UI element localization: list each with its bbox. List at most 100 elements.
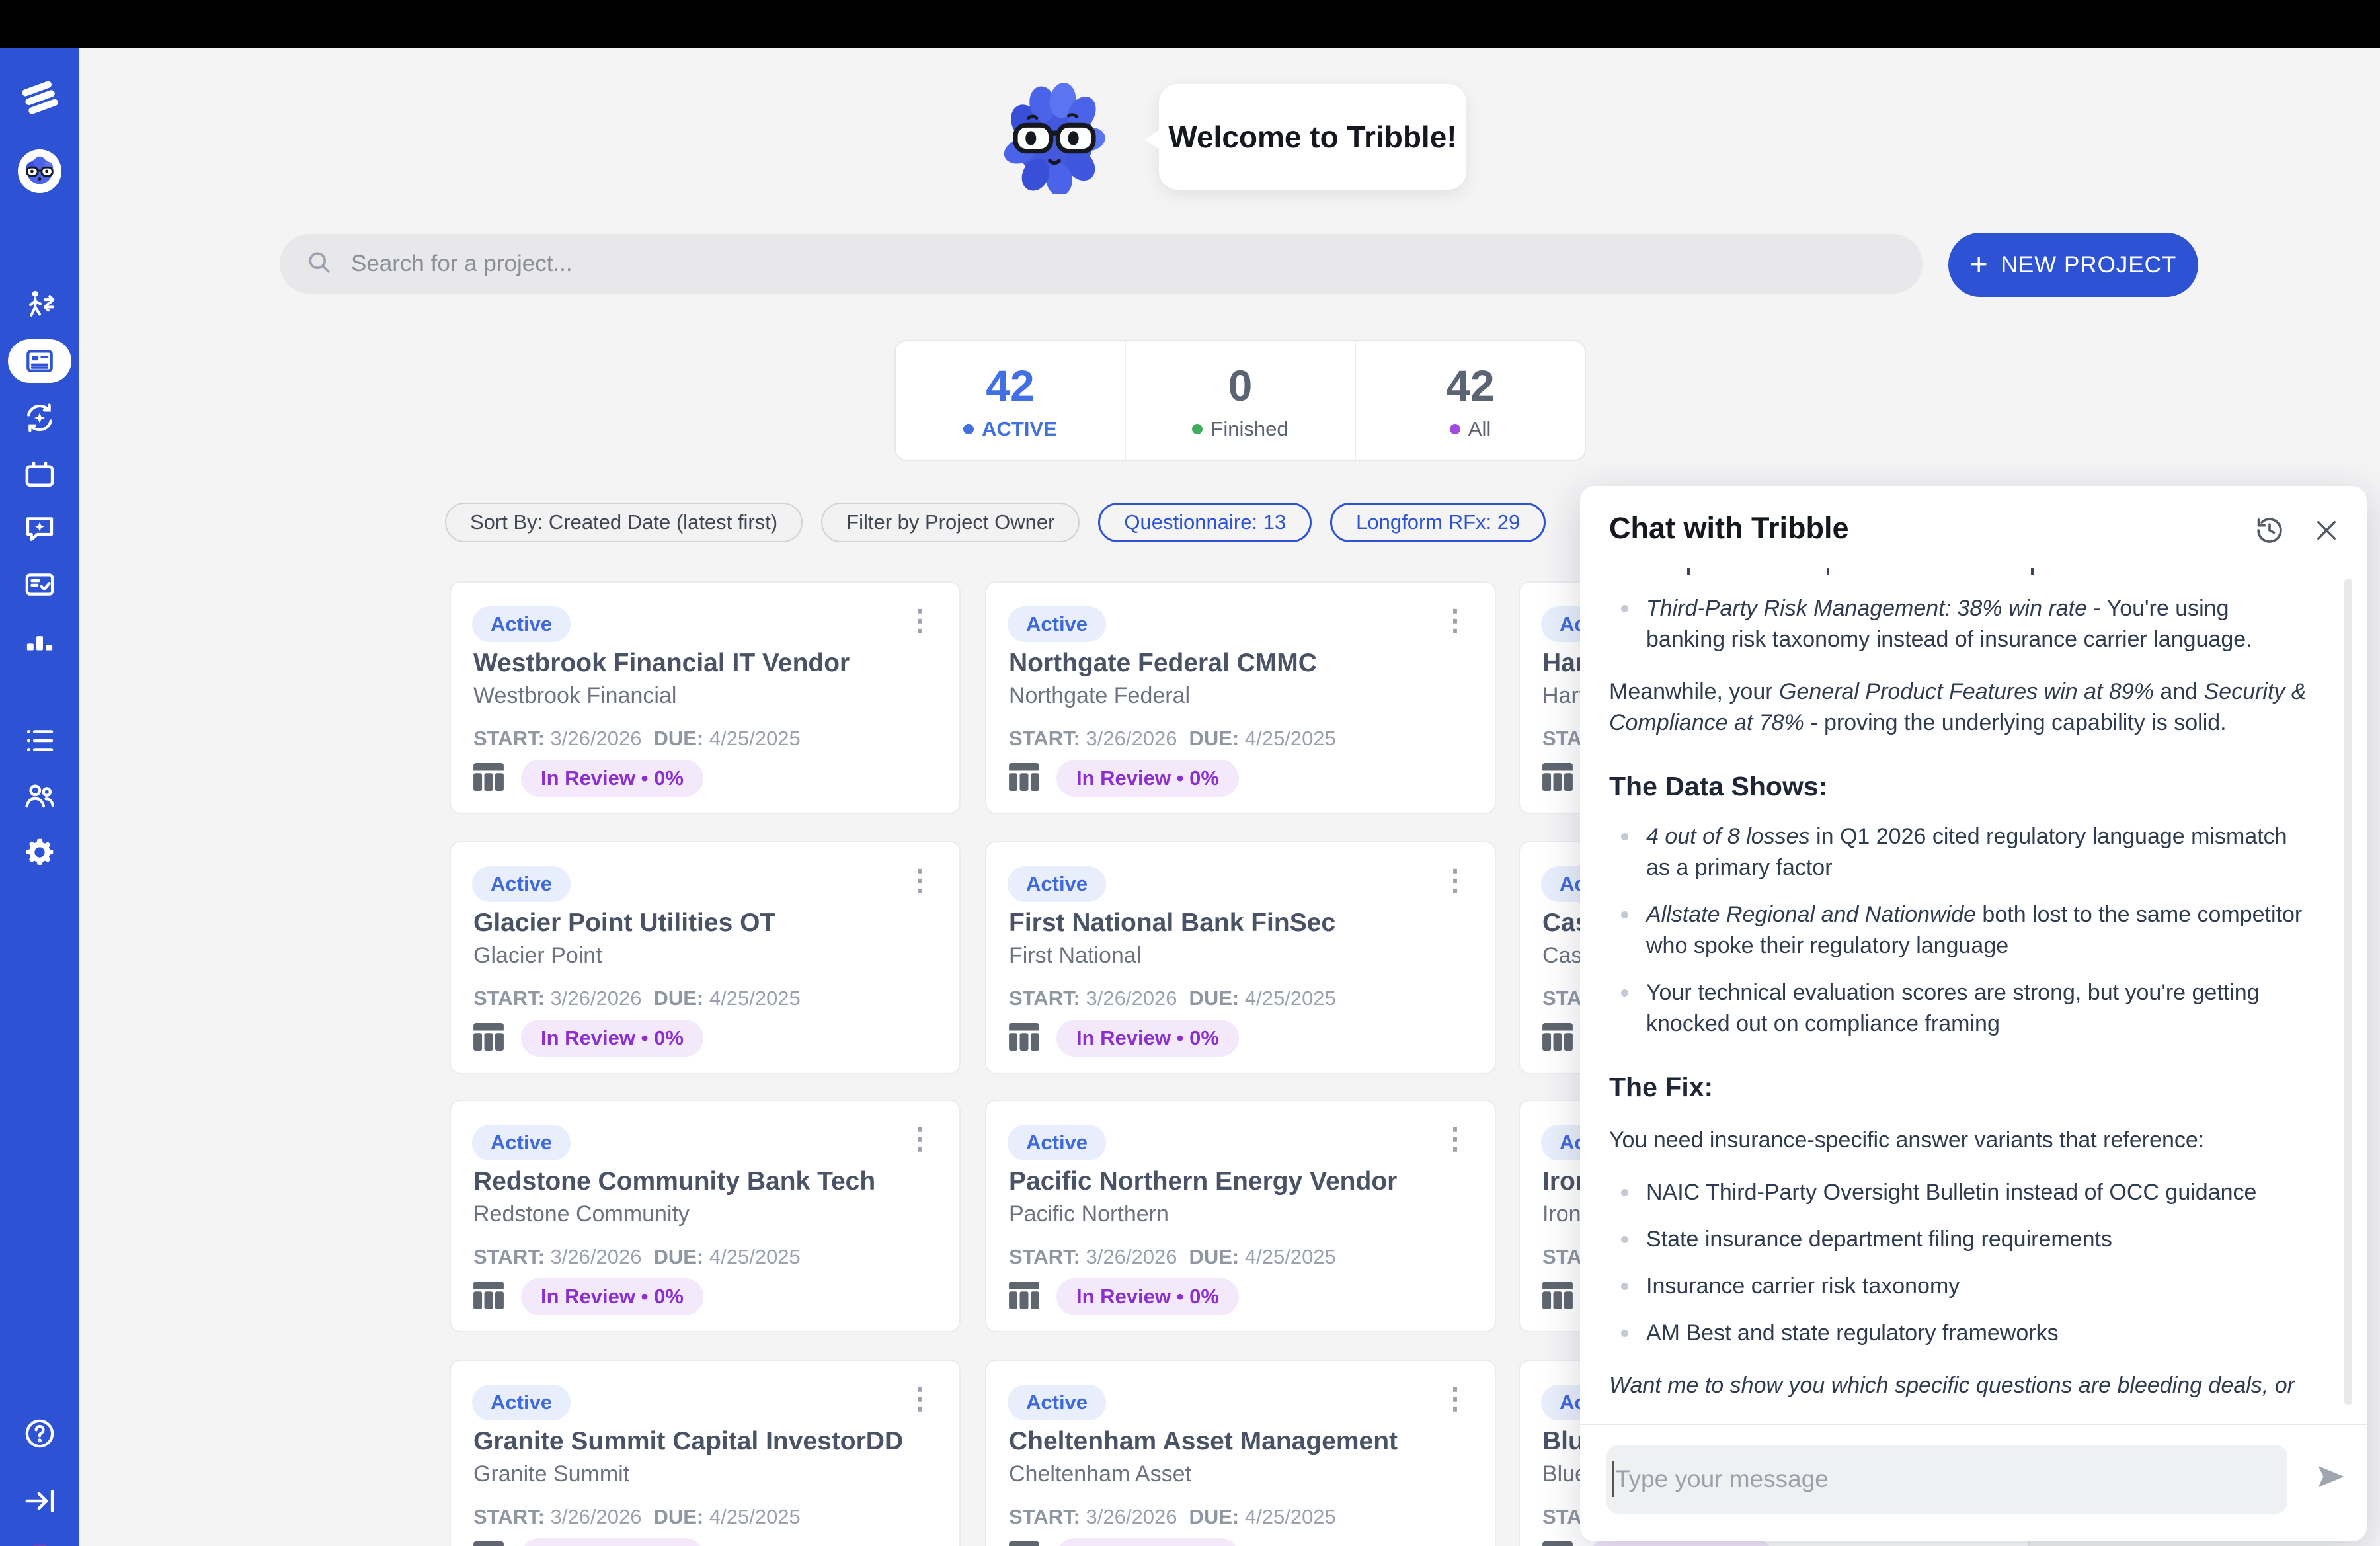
status-badge: Active [1008, 866, 1106, 902]
chat-title: Chat with Tribble [1609, 511, 1849, 546]
progress-badge: In Review • 0% [1056, 760, 1239, 797]
collapse-icon [22, 1483, 58, 1519]
all-dot [1450, 424, 1460, 434]
kebab-menu-icon[interactable]: ⋮ [1431, 1121, 1479, 1158]
project-card[interactable]: Active ⋮ Cheltenham Asset Management Che… [985, 1360, 1496, 1546]
project-client: Northgate Federal [1009, 683, 1190, 709]
chat-bullet-item: State insurance department filing requir… [1609, 1224, 2314, 1255]
history-icon[interactable] [2254, 515, 2285, 549]
project-card[interactable]: Active ⋮ Pacific Northern Energy Vendor … [985, 1100, 1496, 1332]
project-card[interactable]: Active ⋮ Westbrook Financial IT Vendor W… [450, 581, 961, 814]
grid-icon [1542, 1282, 1573, 1313]
finished-dot [1192, 424, 1203, 434]
chat-header: Chat with Tribble [1580, 486, 2367, 564]
chat-paragraph: Meanwhile, your General Product Features… [1609, 676, 2314, 739]
project-card[interactable]: Active ⋮ Glacier Point Utilities OT Glac… [450, 841, 961, 1074]
handoff-icon [22, 287, 58, 323]
kebab-menu-icon[interactable]: ⋮ [896, 862, 943, 899]
project-dates: START: 3/26/2026DUE: 4/25/2025 [1009, 1505, 1336, 1529]
project-card[interactable]: Active ⋮ Redstone Community Bank Tech Re… [450, 1100, 961, 1332]
progress-badge: In Review • 0% [1056, 1020, 1239, 1057]
analytics-icon [22, 624, 58, 659]
project-title: Granite Summit Capital InvestorDD [473, 1427, 903, 1456]
chat-panel: Chat with Tribble Thir [1580, 486, 2367, 1541]
grid-icon [1542, 763, 1573, 794]
sidebar-item-help[interactable] [0, 1416, 79, 1451]
project-client: Redstone Community [473, 1201, 690, 1227]
send-icon[interactable] [2314, 1459, 2348, 1497]
chat-input-placeholder: Type your message [1615, 1465, 1829, 1493]
project-search[interactable]: Search for a project... [280, 234, 1923, 294]
chat-bullet-item: 4 out of 8 losses in Q1 2026 cited regul… [1609, 821, 2314, 883]
project-title: Westbrook Financial IT Vendor [473, 649, 850, 678]
chat-message-input[interactable]: Type your message [1606, 1445, 2287, 1514]
questionnaire-chip[interactable]: Questionnaire: 13 [1098, 503, 1312, 542]
chat-bullet-item: NAIC Third-Party Oversight Bulletin inst… [1609, 1177, 2314, 1208]
project-client: First National [1009, 943, 1141, 969]
sidebar-item-tasks[interactable] [0, 567, 79, 602]
status-badge: Active [1008, 606, 1106, 642]
sort-chip[interactable]: Sort By: Created Date (latest first) [445, 503, 803, 542]
sidebar-item-list[interactable] [0, 723, 79, 758]
help-icon [22, 1416, 58, 1451]
progress-badge: In Review • 0% [521, 1020, 703, 1057]
kebab-menu-icon[interactable]: ⋮ [896, 602, 943, 639]
stat-active[interactable]: 42 ACTIVE [896, 341, 1125, 460]
kebab-menu-icon[interactable]: ⋮ [1431, 1381, 1479, 1418]
status-badge: Active [1008, 1385, 1106, 1420]
sidebar-item-analytics[interactable] [0, 624, 79, 659]
sidebar-item-chat[interactable] [0, 510, 79, 546]
sidebar-item-projects[interactable] [0, 339, 79, 383]
sidebar-item-sync[interactable] [0, 400, 79, 436]
sidebar-item-handoff[interactable] [0, 287, 79, 323]
progress-badge: In Review • 0% [521, 760, 703, 797]
project-card[interactable]: Active ⋮ Northgate Federal CMMC Northgat… [985, 581, 1496, 814]
chat-bullet-item: Your technical evaluation scores are str… [1609, 977, 2314, 1039]
welcome-text: Welcome to Tribble! [1168, 119, 1456, 155]
stat-finished[interactable]: 0 Finished [1125, 341, 1355, 460]
plus-icon: + [1970, 249, 1988, 279]
sidebar-item-logo[interactable] [0, 71, 79, 122]
sync-sparkle-icon [22, 400, 58, 436]
project-dates: START: 3/26/2026DUE: 4/25/2025 [473, 1245, 801, 1269]
sidebar-item-team[interactable] [0, 778, 79, 813]
calendar-icon [22, 457, 58, 493]
grid-icon [1009, 1023, 1039, 1054]
sidebar-item-settings[interactable] [0, 834, 79, 870]
sidebar-item-mascot[interactable] [0, 149, 79, 193]
tribble-logo-icon [14, 71, 65, 122]
longform-chip[interactable]: Longform RFx: 29 [1330, 503, 1546, 542]
projects-active-pill [8, 339, 71, 383]
chat-bullet-list: NAIC Third-Party Oversight Bulletin inst… [1609, 1177, 2314, 1349]
active-dot [963, 424, 974, 434]
kebab-menu-icon[interactable]: ⋮ [1431, 862, 1479, 899]
project-card[interactable]: Active ⋮ First National Bank FinSec Firs… [985, 841, 1496, 1074]
project-card[interactable]: Active ⋮ Granite Summit Capital Investor… [450, 1360, 961, 1546]
new-project-button[interactable]: + NEW PROJECT [1948, 233, 2198, 297]
chat-scrollbar[interactable] [2344, 579, 2352, 1405]
project-client: Glacier Point [473, 943, 602, 969]
chat-section-heading: The Data Shows: [1609, 770, 2314, 803]
close-icon[interactable] [2313, 516, 2340, 548]
owner-filter-chip[interactable]: Filter by Project Owner [821, 503, 1080, 542]
stat-all[interactable]: 42 All [1355, 341, 1585, 460]
chat-section-heading: The Fix: [1609, 1071, 2314, 1104]
chat-footer: Type your message [1580, 1424, 2367, 1541]
grid-icon [473, 1282, 504, 1313]
kebab-menu-icon[interactable]: ⋮ [896, 1121, 943, 1158]
chat-message-body[interactable]: Third-Party Risk Management: 38% win rat… [1580, 565, 2351, 1401]
grid-icon [473, 1541, 504, 1546]
grid-icon [1542, 1023, 1573, 1054]
chat-paragraph: You need insurance-specific answer varia… [1609, 1125, 2314, 1156]
sidebar-item-calendar[interactable] [0, 457, 79, 493]
sidebar-item-collapse[interactable] [0, 1483, 79, 1519]
project-title: Northgate Federal CMMC [1009, 649, 1317, 678]
progress-badge: In Review • 0% [521, 1538, 703, 1546]
kebab-menu-icon[interactable]: ⋮ [1431, 602, 1479, 639]
grid-icon [1009, 1282, 1039, 1313]
chat-bullet-list: 4 out of 8 losses in Q1 2026 cited regul… [1609, 821, 2314, 1039]
kebab-menu-icon[interactable]: ⋮ [896, 1381, 943, 1418]
grid-icon [473, 1023, 504, 1054]
search-icon [305, 248, 334, 280]
project-title: Glacier Point Utilities OT [473, 909, 775, 938]
